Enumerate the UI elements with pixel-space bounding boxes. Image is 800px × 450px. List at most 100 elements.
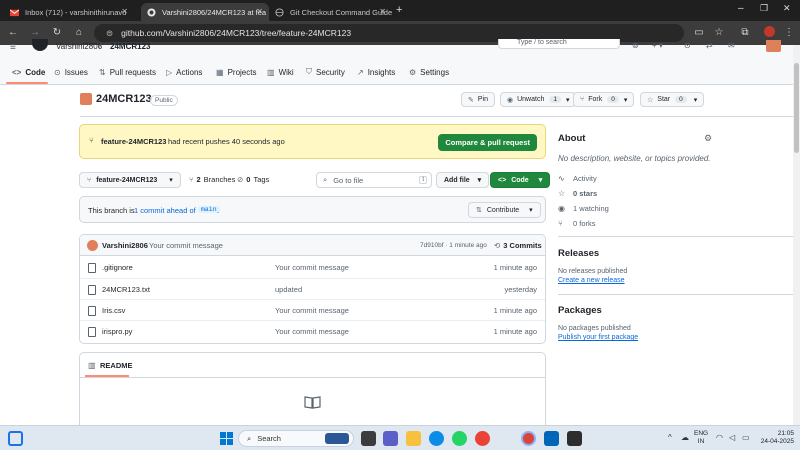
- contribute-button[interactable]: ⇅ Contribute ▾: [468, 202, 541, 218]
- user-avatar[interactable]: [766, 40, 781, 52]
- wifi-icon[interactable]: ◠: [716, 433, 723, 442]
- restore-icon[interactable]: ❐: [760, 3, 768, 14]
- go-to-file-input[interactable]: ⌕ Go to file t: [316, 172, 432, 188]
- commit-author[interactable]: Varshini2806: [102, 241, 148, 250]
- watch-button[interactable]: ◉ Unwatch 1 ▾: [500, 92, 577, 107]
- owner-link[interactable]: Varshini2806: [56, 42, 102, 51]
- taskbar-search[interactable]: ⌕ Search: [238, 430, 354, 447]
- scrollbar-thumb[interactable]: [794, 63, 799, 153]
- file-row[interactable]: irispro.py Your commit message 1 minute …: [80, 320, 545, 341]
- reload-icon[interactable]: ↻: [50, 26, 64, 40]
- chrome-icon[interactable]: [475, 431, 490, 446]
- profile-avatar-icon[interactable]: [762, 26, 776, 40]
- file-name[interactable]: 24MCR123.txt: [102, 285, 150, 294]
- forward-icon[interactable]: →: [28, 26, 42, 40]
- file-name[interactable]: Iris.csv: [102, 306, 125, 315]
- compare-pull-request-button[interactable]: Compare & pull request: [438, 134, 537, 151]
- commits-link[interactable]: ⟲ 3 Commits: [494, 241, 542, 250]
- tags-link[interactable]: ⊘ 0 Tags: [237, 175, 269, 184]
- file-row[interactable]: Iris.csv Your commit message 1 minute ag…: [80, 299, 545, 320]
- extensions-icon[interactable]: ⧉: [738, 26, 752, 40]
- watching-link[interactable]: ◉ 1 watching: [558, 204, 609, 213]
- close-tab-icon[interactable]: ✕: [256, 7, 263, 16]
- tab-insights[interactable]: ↗ Insights: [357, 64, 395, 80]
- teams-icon[interactable]: [383, 431, 398, 446]
- volume-icon[interactable]: ◁: [729, 433, 735, 442]
- new-tab-icon[interactable]: +: [396, 4, 402, 16]
- issues-icon[interactable]: ⊙: [684, 41, 691, 50]
- gear-icon[interactable]: ⚙: [704, 133, 712, 144]
- branch-select-button[interactable]: ⑂ feature-24MCR123 ▾: [79, 172, 181, 188]
- chevron-down-icon[interactable]: ▾: [566, 96, 570, 104]
- branches-link[interactable]: ⑂ 2 Branches: [189, 175, 235, 184]
- task-view-icon[interactable]: [361, 431, 376, 446]
- minimize-icon[interactable]: –: [738, 3, 744, 14]
- copilot-icon[interactable]: ⊚: [632, 41, 639, 50]
- clock[interactable]: 21:05 24-04-2025: [754, 430, 794, 446]
- add-file-button[interactable]: Add file ▾: [436, 172, 490, 188]
- inbox-icon[interactable]: ✉: [728, 41, 735, 50]
- search-input[interactable]: Type / to search: [498, 39, 620, 49]
- file-commit-message[interactable]: Your commit message: [275, 327, 349, 336]
- battery-icon[interactable]: ▭: [742, 433, 750, 442]
- hamburger-menu-icon[interactable]: ≡: [10, 42, 16, 53]
- whatsapp-icon[interactable]: [452, 431, 467, 446]
- tab-projects[interactable]: ▦ Projects: [216, 64, 256, 80]
- stars-link[interactable]: ☆ 0 stars: [558, 189, 597, 198]
- browser-menu-icon[interactable]: ⋮: [782, 26, 796, 40]
- star-button[interactable]: ☆ Star 0 ▾: [640, 92, 705, 107]
- pull-requests-icon[interactable]: ⇄: [706, 41, 713, 50]
- banner-branch-link[interactable]: feature-24MCR123: [101, 137, 166, 146]
- publish-package-link[interactable]: Publish your first package: [558, 334, 638, 341]
- cast-icon[interactable]: ▭: [692, 26, 706, 40]
- windows-start-icon[interactable]: [220, 432, 233, 445]
- packages-heading[interactable]: Packages: [558, 305, 602, 316]
- close-tab-icon[interactable]: ✕: [121, 7, 128, 16]
- tab-code[interactable]: <> Code: [12, 64, 45, 80]
- terminal-icon[interactable]: [567, 431, 582, 446]
- close-tab-icon[interactable]: ✕: [379, 7, 386, 16]
- repo-link[interactable]: 24MCR123: [110, 42, 150, 51]
- chevron-up-icon[interactable]: ^: [668, 433, 672, 442]
- chevron-down-icon[interactable]: ▾: [624, 96, 628, 104]
- home-icon[interactable]: ⌂: [72, 26, 86, 40]
- close-window-icon[interactable]: ✕: [783, 3, 791, 14]
- browser-tab-guide[interactable]: Git Checkout Command Guide ✕: [269, 3, 392, 21]
- browser-tab-repo[interactable]: Varshini2806/24MCR123 at fea ✕: [141, 3, 269, 21]
- chevron-down-icon[interactable]: ▾: [694, 96, 698, 104]
- create-release-link[interactable]: Create a new release: [558, 277, 625, 284]
- activity-link[interactable]: ∿ Activity: [558, 174, 597, 183]
- cloud-icon[interactable]: ☁: [681, 433, 689, 442]
- page-scrollbar[interactable]: [793, 45, 800, 425]
- file-explorer-icon[interactable]: [406, 431, 421, 446]
- releases-heading[interactable]: Releases: [558, 248, 599, 259]
- file-commit-message[interactable]: Your commit message: [275, 263, 349, 272]
- pin-button[interactable]: ✎ Pin: [461, 92, 495, 107]
- back-icon[interactable]: ←: [6, 26, 20, 40]
- widgets-icon[interactable]: [8, 431, 23, 446]
- chrome-profile-icon[interactable]: [521, 431, 536, 446]
- file-commit-message[interactable]: Your commit message: [275, 306, 349, 315]
- file-row[interactable]: 24MCR123.txt updated yesterday: [80, 278, 545, 299]
- code-button[interactable]: <> Code ▾: [490, 172, 551, 188]
- vscode-icon[interactable]: [544, 431, 559, 446]
- edge-icon[interactable]: [429, 431, 444, 446]
- browser-tab-inbox[interactable]: Inbox (712) - varshinithirunavu ✕: [4, 3, 134, 21]
- forks-link[interactable]: ⑂ 0 forks: [558, 219, 596, 228]
- language-indicator[interactable]: ENG IN: [694, 430, 708, 446]
- site-info-icon[interactable]: ⊜: [106, 28, 113, 39]
- github-logo-icon[interactable]: [32, 39, 48, 51]
- file-commit-message[interactable]: updated: [275, 285, 302, 294]
- commits-ahead-link[interactable]: 1 commit ahead of: [134, 206, 196, 215]
- file-row[interactable]: .gitignore Your commit message 1 minute …: [80, 257, 545, 278]
- tab-actions[interactable]: ▷ Actions: [166, 64, 202, 80]
- tab-wiki[interactable]: ▥ Wiki: [267, 64, 294, 80]
- tab-issues[interactable]: ⊙ Issues: [54, 64, 88, 80]
- commit-meta[interactable]: 7d910bf · 1 minute ago: [420, 242, 487, 249]
- file-name[interactable]: irispro.py: [102, 327, 132, 336]
- file-name[interactable]: .gitignore: [102, 263, 133, 272]
- fork-button[interactable]: ⑂ Fork 0 ▾: [573, 92, 635, 107]
- commit-message[interactable]: Your commit message: [149, 241, 223, 250]
- tab-security[interactable]: ⛉ Security: [306, 64, 345, 80]
- repo-name[interactable]: 24MCR123: [96, 93, 152, 105]
